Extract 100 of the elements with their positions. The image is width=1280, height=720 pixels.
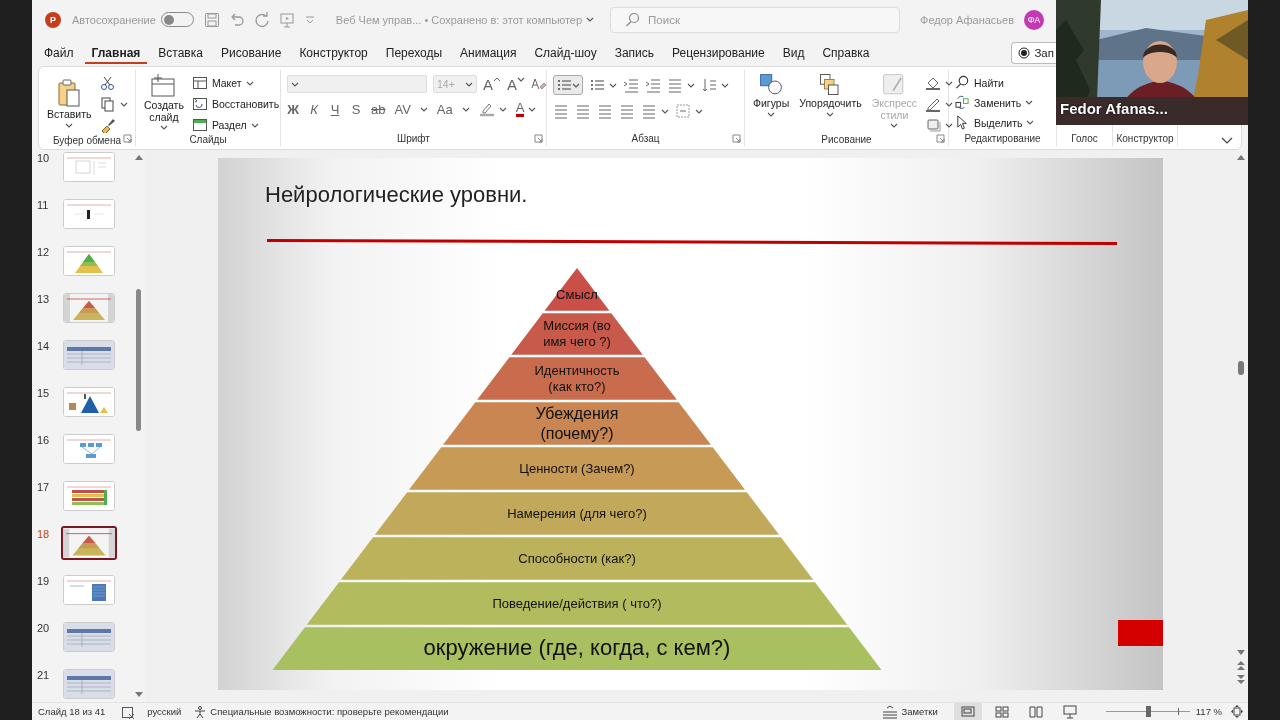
caret-icon[interactable] (767, 110, 776, 118)
spelling-icon[interactable] (121, 704, 136, 719)
reset-button[interactable]: Восстановить (191, 96, 280, 112)
caret-icon[interactable] (65, 121, 74, 129)
italic-button[interactable]: К (308, 101, 320, 117)
select-button[interactable]: Выделить (955, 115, 1035, 130)
caret-icon[interactable] (586, 16, 595, 24)
numbering-icon[interactable] (589, 77, 605, 93)
highlighter-icon[interactable] (478, 101, 495, 117)
collapse-ribbon-icon[interactable] (1221, 136, 1233, 145)
copy-icon[interactable] (99, 96, 116, 112)
scroll-up-icon[interactable] (134, 154, 144, 161)
caret-icon[interactable] (291, 80, 299, 88)
menu-tab[interactable]: Справка (815, 42, 877, 64)
save-icon[interactable] (203, 11, 220, 28)
menu-tab[interactable]: Переходы (378, 42, 450, 64)
language-indicator[interactable]: русский (147, 706, 182, 717)
caret-icon[interactable] (465, 80, 473, 88)
user-avatar[interactable]: ФА (1024, 9, 1045, 30)
shrink-font-button[interactable]: A (507, 75, 526, 93)
caret-icon[interactable] (721, 81, 729, 89)
menu-tab[interactable]: Файл (37, 42, 81, 64)
caret-icon[interactable] (528, 105, 537, 113)
caret-icon[interactable] (609, 81, 617, 89)
menu-tab[interactable]: Вид (775, 42, 812, 64)
zoom-slider[interactable] (1105, 706, 1190, 717)
find-button[interactable]: Найти (955, 75, 1035, 90)
dialog-launcher-icon[interactable] (123, 134, 132, 143)
replace-icon (955, 95, 970, 110)
menu-tab[interactable]: Рецензирование (665, 42, 772, 64)
notes-button[interactable]: Заметки (882, 704, 938, 719)
scroll-down-icon[interactable] (1236, 649, 1246, 656)
case-button[interactable]: Aa (436, 101, 453, 117)
menu-tab[interactable]: Слайд-шоу (527, 42, 604, 64)
replace-button[interactable]: Заменить (955, 95, 1035, 110)
grow-font-button[interactable]: A (483, 75, 501, 93)
slide-counter: Слайд 18 из 41 (38, 706, 106, 717)
shape-outline-icon[interactable] (925, 96, 942, 112)
previous-slide-icon[interactable] (1236, 660, 1246, 670)
spacing-button[interactable]: AV (394, 101, 411, 117)
menu-tab[interactable]: Запись (607, 42, 662, 64)
next-slide-icon[interactable] (1236, 674, 1246, 684)
dialog-launcher-icon[interactable] (936, 134, 945, 143)
arrange-button[interactable]: Упорядочить (797, 72, 864, 119)
underline-button[interactable]: Ч (329, 101, 341, 117)
caret-icon[interactable] (119, 100, 128, 108)
menu-tab[interactable]: Конструктор (292, 42, 375, 64)
caret-icon[interactable] (1025, 99, 1034, 106)
redo-icon[interactable] (253, 11, 270, 28)
thumbnail-drawing (64, 341, 114, 369)
slide-thumbnail[interactable] (61, 526, 117, 560)
layout-button[interactable]: Макет (191, 75, 280, 91)
format-painter-icon[interactable] (99, 117, 116, 133)
bold-button[interactable]: Ж (287, 101, 299, 117)
strikethrough-button[interactable]: ab (371, 101, 386, 117)
shape-fill-icon[interactable] (925, 75, 942, 91)
clear-formatting-icon[interactable] (531, 76, 548, 92)
shadow-button[interactable]: S (350, 101, 362, 117)
caret-icon[interactable] (945, 121, 954, 129)
font-color-button[interactable]: A (515, 101, 525, 117)
cut-icon[interactable] (99, 75, 116, 91)
bullets-button[interactable] (553, 75, 583, 95)
slide-number: 15 (37, 387, 51, 399)
scroll-up-icon[interactable] (1236, 154, 1246, 161)
level-label: Поведение/действия ( что?) (491, 594, 663, 613)
menu-tab[interactable]: Главная (84, 41, 148, 64)
accessibility-status[interactable]: Специальные возможности: проверьте рекомендации (193, 704, 449, 719)
caret-icon[interactable] (498, 105, 507, 113)
caret-icon[interactable] (695, 107, 703, 115)
caret-icon[interactable] (687, 81, 695, 89)
normal-view-button[interactable] (953, 703, 982, 720)
zoom-level[interactable]: 117 % (1195, 706, 1222, 717)
paste-button[interactable]: Вставить (45, 72, 94, 135)
caret-icon[interactable] (159, 124, 168, 132)
caret-icon[interactable] (461, 105, 470, 113)
caret-icon[interactable] (826, 110, 835, 118)
caret-icon[interactable] (661, 107, 669, 115)
fit-to-window-icon[interactable] (1230, 704, 1244, 719)
record-button[interactable]: Зап (1011, 41, 1056, 64)
caret-icon[interactable] (245, 79, 254, 87)
caret-icon[interactable] (945, 100, 954, 108)
menu-tab[interactable]: Анимация (453, 42, 524, 64)
shapes-button[interactable]: Фигуры (751, 72, 792, 119)
customize-icon[interactable] (303, 13, 316, 26)
menu-tab[interactable]: Вставка (151, 42, 210, 64)
font-name-field[interactable] (287, 75, 427, 93)
caret-icon[interactable] (250, 121, 259, 129)
caret-icon[interactable] (945, 79, 954, 87)
new-slide-button[interactable]: Создать слайд (142, 72, 186, 133)
scroll-down-icon[interactable] (134, 691, 144, 698)
caret-icon[interactable] (1026, 119, 1035, 126)
menu-tab[interactable]: Рисование (213, 42, 289, 64)
dialog-launcher-icon[interactable] (732, 134, 741, 143)
caret-icon (517, 75, 526, 83)
document-title: Веб Чем управ... • Сохранено в: этот компьютер (335, 13, 583, 26)
dialog-launcher-icon[interactable] (534, 134, 543, 143)
scrollbar-thumb[interactable] (136, 289, 141, 431)
scrollbar-thumb[interactable] (1238, 361, 1244, 375)
caret-icon[interactable] (419, 105, 428, 113)
section-button[interactable]: Раздел (191, 117, 280, 133)
